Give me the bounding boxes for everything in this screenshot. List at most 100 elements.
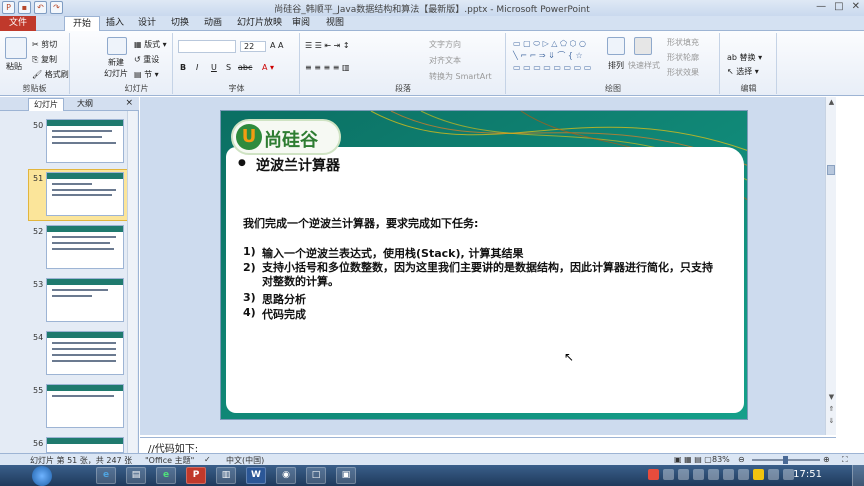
slide-thumbnail[interactable] bbox=[46, 384, 124, 428]
previous-slide-icon[interactable]: ⇑ bbox=[827, 405, 836, 414]
thumbnail-number: 54 bbox=[33, 333, 44, 342]
quick-styles-icon[interactable] bbox=[634, 37, 652, 55]
font-size-box[interactable]: 22 bbox=[240, 41, 266, 52]
minimize-button[interactable]: — bbox=[816, 1, 826, 12]
tab-animations[interactable]: 动画 bbox=[204, 16, 222, 31]
arrange-button[interactable]: 排列 bbox=[608, 60, 624, 71]
taskbar-app-icon[interactable]: ▥ bbox=[216, 467, 236, 484]
font-group: 22 A A B I U S abc A ▾ 字体 bbox=[174, 33, 300, 94]
arrange-icon[interactable] bbox=[607, 37, 625, 55]
copy-button[interactable]: ⎘ 复制 bbox=[32, 54, 57, 65]
taskbar-browser-icon[interactable]: e bbox=[156, 467, 176, 484]
cut-button[interactable]: ✂ 剪切 bbox=[32, 39, 57, 50]
slide-thumbnail-selected[interactable] bbox=[46, 172, 124, 216]
settings-icon[interactable] bbox=[723, 469, 734, 480]
shapes-gallery[interactable]: ▭ ▢ ⬭ ▷ △ ⬠ ⬡ ○ ╲ ⌐ ⌐ ⇒ ⇓ ⌒ { ☆ ▭ ▭ ▭ ▭ ▭ … bbox=[513, 38, 591, 74]
tab-home[interactable]: 开始 bbox=[64, 16, 101, 31]
tab-insert[interactable]: 插入 bbox=[106, 16, 124, 31]
slide-thumbnail[interactable] bbox=[46, 225, 124, 269]
scroll-down-icon[interactable]: ▼ bbox=[827, 393, 836, 402]
zoom-slider-thumb[interactable] bbox=[783, 456, 788, 464]
bold-button[interactable]: B bbox=[180, 63, 186, 72]
format-painter-button[interactable]: 🖌 格式刷 bbox=[32, 69, 69, 80]
view-buttons[interactable]: ▣ ▦ ▤ ▢ bbox=[674, 455, 712, 464]
scroll-up-icon[interactable]: ▲ bbox=[827, 98, 836, 107]
zoom-level[interactable]: 83% bbox=[712, 455, 730, 464]
tab-file[interactable]: 文件 bbox=[0, 16, 37, 31]
zoom-out-icon[interactable]: ⊖ bbox=[738, 455, 745, 464]
shape-effects-button[interactable]: 形状效果 bbox=[667, 67, 699, 78]
tray-icon[interactable] bbox=[693, 469, 704, 480]
new-slide-button[interactable]: 新建 幻灯片 bbox=[104, 57, 128, 79]
font-name-box[interactable] bbox=[178, 40, 236, 53]
vertical-scrollbar[interactable]: ▲ ▼ ⇑ ⇓ bbox=[825, 97, 836, 435]
tray-icon[interactable] bbox=[678, 469, 689, 480]
bullets-icon[interactable]: ☰ ☰ ⇤ ⇥ ↕ bbox=[305, 41, 350, 50]
clock[interactable]: 17:51 bbox=[793, 469, 822, 480]
tab-slides[interactable]: 幻灯片 bbox=[28, 98, 64, 111]
shadow-button[interactable]: S bbox=[226, 63, 231, 72]
tab-slideshow[interactable]: 幻灯片放映 bbox=[237, 16, 282, 31]
taskbar-explorer-icon[interactable]: ▤ bbox=[126, 467, 146, 484]
taskbar-powerpoint-icon[interactable]: P bbox=[186, 467, 206, 484]
thumbnail-scrollbar[interactable] bbox=[127, 111, 137, 453]
taskbar-word-icon[interactable]: W bbox=[246, 467, 266, 484]
list-text: 支持小括号和多位数整数，因为这里我们主要讲的是数据结构，因此计算器进行简化，只支… bbox=[262, 261, 713, 288]
shape-outline-button[interactable]: 形状轮廓 bbox=[667, 52, 699, 63]
smartart-button[interactable]: 转换为 SmartArt bbox=[429, 71, 492, 82]
replace-button[interactable]: ab 替换 ▾ bbox=[727, 52, 762, 63]
paragraph-group-label: 段落 bbox=[395, 84, 411, 93]
tab-transitions[interactable]: 切换 bbox=[171, 16, 189, 31]
tray-icon[interactable] bbox=[753, 469, 764, 480]
slide-thumbnail[interactable] bbox=[46, 331, 124, 375]
show-desktop-button[interactable] bbox=[852, 465, 864, 486]
quick-styles-button[interactable]: 快速样式 bbox=[628, 60, 660, 71]
scroll-thumb[interactable] bbox=[827, 165, 835, 175]
text-direction-button[interactable]: 文字方向 bbox=[429, 39, 461, 50]
align-icons[interactable]: ≡ ≡ ≡ ≡ ▥ bbox=[305, 63, 350, 72]
font-color-icon[interactable]: A ▾ bbox=[262, 63, 274, 72]
italic-button[interactable]: I bbox=[196, 63, 198, 72]
spellcheck-icon[interactable]: ✓ bbox=[204, 455, 211, 464]
grow-font-icon[interactable]: A A bbox=[270, 41, 284, 50]
strikethrough-button[interactable]: abc bbox=[238, 63, 252, 72]
taskbar-record-icon[interactable]: ◉ bbox=[276, 467, 296, 484]
slide-thumbnail[interactable] bbox=[46, 437, 124, 453]
paste-icon[interactable] bbox=[5, 37, 27, 59]
tab-view[interactable]: 视图 bbox=[326, 16, 344, 31]
window-controls: — □ ✕ bbox=[816, 1, 860, 12]
tray-icon[interactable] bbox=[738, 469, 749, 480]
notes-pane[interactable]: //代码如下: bbox=[140, 437, 836, 455]
current-slide[interactable]: U 尚硅谷 逆波兰计算器 我们完成一个逆波兰计算器，要求完成如下任务: 1) 输入… bbox=[220, 110, 748, 420]
taskbar-window-icon[interactable]: □ bbox=[306, 467, 326, 484]
fit-slide-icon[interactable]: ⛶ bbox=[842, 455, 848, 465]
shape-fill-button[interactable]: 形状填充 bbox=[667, 37, 699, 48]
taskbar-tool-icon[interactable]: ▣ bbox=[336, 467, 356, 484]
tray-icon[interactable] bbox=[663, 469, 674, 480]
start-button[interactable] bbox=[32, 466, 52, 486]
slide-thumbnail[interactable] bbox=[46, 278, 124, 322]
maximize-button[interactable]: □ bbox=[834, 1, 843, 12]
align-text-button[interactable]: 对齐文本 bbox=[429, 55, 461, 66]
replace-label: 替换 bbox=[739, 53, 756, 62]
reset-button[interactable]: ↺ 重设 bbox=[134, 54, 159, 65]
slide-thumbnail[interactable] bbox=[46, 119, 124, 163]
paste-button[interactable]: 粘贴 bbox=[6, 61, 22, 72]
tab-review[interactable]: 审阅 bbox=[292, 16, 310, 31]
select-label: 选择 bbox=[736, 67, 753, 76]
section-button[interactable]: ▤ 节 ▾ bbox=[134, 69, 159, 80]
layout-button[interactable]: ▦ 版式 ▾ bbox=[134, 39, 167, 50]
close-button[interactable]: ✕ bbox=[852, 1, 860, 12]
tab-design[interactable]: 设计 bbox=[138, 16, 156, 31]
ime-icon[interactable] bbox=[648, 469, 659, 480]
network-icon[interactable] bbox=[768, 469, 779, 480]
tab-outline[interactable]: 大纲 bbox=[72, 98, 98, 110]
next-slide-icon[interactable]: ⇓ bbox=[827, 417, 836, 426]
underline-button[interactable]: U bbox=[211, 63, 217, 72]
close-pane-icon[interactable]: × bbox=[125, 98, 133, 108]
taskbar-ie-icon[interactable]: e bbox=[96, 467, 116, 484]
new-slide-icon[interactable] bbox=[107, 37, 127, 55]
select-button[interactable]: ↖ 选择 ▾ bbox=[727, 66, 759, 77]
help-icon[interactable] bbox=[708, 469, 719, 480]
zoom-in-icon[interactable]: ⊕ bbox=[823, 455, 830, 464]
